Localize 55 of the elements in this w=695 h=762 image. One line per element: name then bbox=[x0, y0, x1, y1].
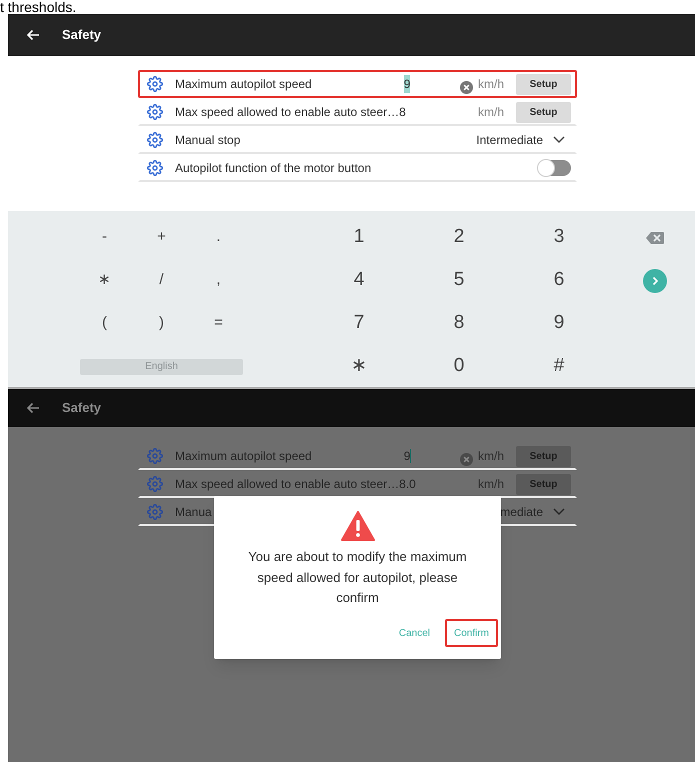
document-caption: t thresholds. bbox=[0, 0, 78, 14]
keyboard-key[interactable]: . bbox=[216, 226, 221, 249]
next-icon[interactable] bbox=[643, 268, 667, 292]
warning-icon bbox=[340, 511, 374, 541]
setup-button[interactable]: Setup bbox=[516, 74, 571, 94]
gear-icon bbox=[147, 448, 163, 464]
keyboard-key[interactable]: 9 bbox=[554, 309, 564, 338]
setting-label: Max speed allowed to enable auto steer… bbox=[175, 476, 400, 493]
unit-label: km/h bbox=[478, 448, 506, 465]
keyboard-key[interactable]: , bbox=[216, 269, 221, 292]
keyboard-key[interactable]: 7 bbox=[354, 309, 364, 338]
keyboard-key[interactable]: 1 bbox=[354, 223, 364, 252]
keyboard-key[interactable]: 2 bbox=[454, 223, 464, 252]
gear-icon bbox=[147, 476, 163, 492]
dialog-message: You are about to modify the maximum speed allowed for autopilot, please confirm bbox=[247, 548, 468, 607]
setting-label: Manua bbox=[175, 504, 212, 521]
keyboard-key[interactable]: + bbox=[157, 226, 166, 249]
value-field[interactable]: 9 bbox=[404, 75, 456, 93]
screen-title: Safety bbox=[62, 26, 102, 44]
gear-icon bbox=[147, 504, 163, 520]
unit-label: km/h bbox=[478, 104, 506, 121]
keyboard-key[interactable]: ( bbox=[102, 312, 107, 335]
gear-icon bbox=[147, 132, 163, 148]
keyboard-key[interactable]: ) bbox=[159, 312, 164, 335]
keyboard-key[interactable]: 3 bbox=[554, 223, 564, 252]
value-field[interactable]: 8 bbox=[399, 103, 452, 121]
setting-label: Manual stop bbox=[175, 132, 240, 149]
setting-label: Autopilot function of the motor button bbox=[175, 160, 372, 177]
keyboard-key[interactable]: 8 bbox=[454, 309, 464, 338]
select-value[interactable]: Intermediate bbox=[476, 131, 543, 149]
keyboard-key[interactable]: 5 bbox=[454, 266, 464, 295]
keyboard-key[interactable]: 0 bbox=[454, 352, 464, 381]
keyboard-key[interactable]: ∗ bbox=[351, 352, 367, 381]
keyboard-key[interactable]: - bbox=[102, 226, 107, 249]
clear-icon[interactable] bbox=[460, 452, 473, 466]
screen-title: Safety bbox=[62, 399, 102, 418]
gear-icon bbox=[147, 160, 163, 176]
keyboard-key[interactable]: 4 bbox=[354, 266, 364, 295]
keyboard-key[interactable]: ∗ bbox=[98, 269, 111, 292]
unit-label: km/h bbox=[478, 476, 506, 493]
toggle-switch[interactable] bbox=[538, 160, 571, 176]
keyboard-key[interactable]: # bbox=[554, 352, 564, 381]
clear-icon[interactable] bbox=[460, 80, 473, 94]
setting-label: Max speed allowed to enable auto steer… bbox=[175, 104, 400, 121]
backspace-icon[interactable] bbox=[646, 232, 664, 244]
keyboard-key[interactable]: / bbox=[159, 269, 164, 292]
keyboard-key[interactable]: 6 bbox=[554, 266, 564, 295]
chevron-down-icon[interactable] bbox=[553, 136, 565, 144]
setting-label: Maximum autopilot speed bbox=[175, 448, 312, 465]
setup-button[interactable]: Setup bbox=[516, 102, 571, 122]
gear-icon bbox=[147, 104, 163, 120]
keyboard-key[interactable]: = bbox=[214, 312, 223, 335]
setting-label: Maximum autopilot speed bbox=[175, 76, 312, 93]
gear-icon bbox=[147, 76, 163, 92]
unit-label: km/h bbox=[478, 76, 506, 93]
